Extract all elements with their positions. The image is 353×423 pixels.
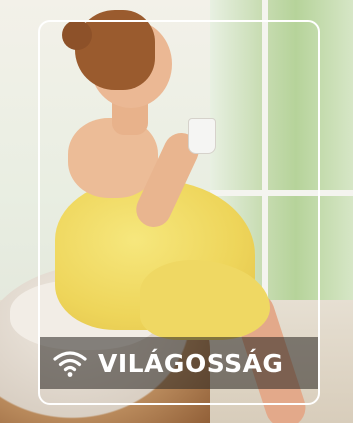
card-label-bar[interactable]: VILÁGOSSÁG: [40, 337, 318, 389]
feature-card[interactable]: VILÁGOSSÁG: [0, 0, 353, 423]
wifi-icon: [53, 351, 87, 377]
card-label: VILÁGOSSÁG: [98, 348, 284, 378]
